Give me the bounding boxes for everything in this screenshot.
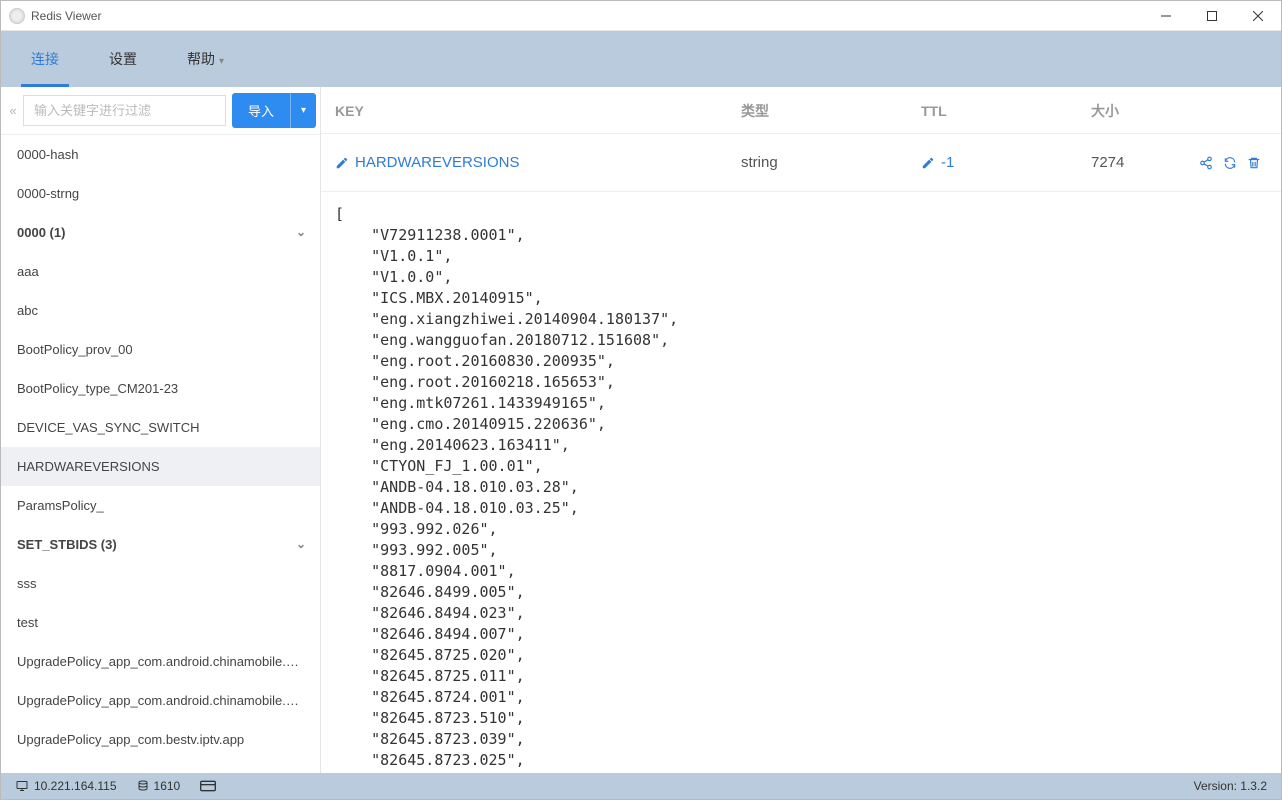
sidebar-key-item[interactable]: sss <box>1 564 320 603</box>
app-icon <box>9 8 25 24</box>
status-dbcount-text: 1610 <box>154 779 181 793</box>
detail-size: 7274 <box>1091 154 1191 171</box>
sidebar: « 导入 ▾ 0000-hash 0000-strng 0000 (1) ⌄ aaa ab… <box>1 87 321 773</box>
sidebar-item-label: DEVICE_VAS_SYNC_SWITCH <box>17 420 200 435</box>
status-host: 10.221.164.115 <box>15 779 117 793</box>
share-icon[interactable] <box>1199 156 1213 170</box>
detail-ttl: -1 <box>941 154 954 171</box>
status-dbcount: 1610 <box>137 779 181 793</box>
chevron-down-icon: ▾ <box>219 56 224 67</box>
refresh-icon[interactable] <box>1223 156 1237 170</box>
sidebar-key-item[interactable]: 0000-hash <box>1 135 320 174</box>
sidebar-item-label: SET_STBIDS (3) <box>17 537 117 552</box>
menubar: 连接设置帮助▾ <box>1 31 1281 87</box>
minimize-button[interactable] <box>1143 1 1189 31</box>
sidebar-key-item[interactable]: DEVICE_VAS_SYNC_SWITCH <box>1 408 320 447</box>
collapse-sidebar-button[interactable]: « <box>3 103 23 118</box>
status-card[interactable] <box>200 780 216 792</box>
menu-item-2[interactable]: 帮助▾ <box>177 31 234 87</box>
sidebar-key-item[interactable]: UpgradePolicy_app_com.android.chinamobil… <box>1 642 320 681</box>
sidebar-key-item[interactable]: ParamsPolicy_ <box>1 486 320 525</box>
close-button[interactable] <box>1235 1 1281 31</box>
sidebar-key-item[interactable]: UpgradePolicy_app_com.android.chinamobil… <box>1 681 320 720</box>
monitor-icon <box>15 780 29 792</box>
statusbar: 10.221.164.115 1610 Version: 1.3.2 <box>1 773 1281 799</box>
menu-item-0[interactable]: 连接 <box>21 31 69 87</box>
import-button-group: 导入 ▾ <box>232 93 316 128</box>
delete-icon[interactable] <box>1247 156 1261 170</box>
sidebar-item-label: aaa <box>17 264 39 279</box>
sidebar-item-label: BootPolicy_prov_00 <box>17 342 133 357</box>
sidebar-item-label: test <box>17 615 38 630</box>
sidebar-item-label: 0000 (1) <box>17 225 65 240</box>
sidebar-key-item[interactable]: test <box>1 603 320 642</box>
main-panel: KEY 类型 TTL 大小 HARDWAREVERSIONS string <box>321 87 1281 773</box>
window-title: Redis Viewer <box>31 9 1143 23</box>
sidebar-item-label: UpgradePolicy_app_com.android.chinamobil… <box>17 654 310 669</box>
sidebar-item-label: UpgradePolicy_app_com.android.chinamobil… <box>17 693 310 708</box>
sidebar-group-item[interactable]: SET_STBIDS (3) ⌄ <box>1 525 320 564</box>
titlebar: Redis Viewer <box>1 1 1281 31</box>
maximize-button[interactable] <box>1189 1 1235 31</box>
card-icon <box>200 780 216 792</box>
chevron-down-icon: ⌄ <box>296 225 306 239</box>
sidebar-item-label: 0000-hash <box>17 147 78 162</box>
sidebar-item-label: ParamsPolicy_ <box>17 498 104 513</box>
header-size: 大小 <box>1091 101 1191 121</box>
sidebar-item-label: sss <box>17 576 37 591</box>
sidebar-key-item[interactable]: BootPolicy_prov_00 <box>1 330 320 369</box>
detail-header-row: KEY 类型 TTL 大小 <box>321 87 1281 134</box>
value-panel[interactable]: [ "V72911238.0001", "V1.0.1", "V1.0.0", … <box>321 192 1281 773</box>
sidebar-key-item[interactable]: HARDWAREVERSIONS <box>1 447 320 486</box>
key-list: 0000-hash 0000-strng 0000 (1) ⌄ aaa abc BootPo… <box>1 135 320 773</box>
sidebar-key-item[interactable]: abc <box>1 291 320 330</box>
sidebar-key-item[interactable]: BootPolicy_type_CM201-23 <box>1 369 320 408</box>
import-button[interactable]: 导入 <box>232 93 290 128</box>
sidebar-item-label: abc <box>17 303 38 318</box>
database-icon <box>137 779 149 793</box>
menu-item-1[interactable]: 设置 <box>99 31 147 87</box>
edit-key-icon[interactable] <box>335 156 349 170</box>
sidebar-item-label: BootPolicy_type_CM201-23 <box>17 381 178 396</box>
header-key: KEY <box>335 103 741 119</box>
sidebar-item-label: UpgradePolicy_app_com.bestv.iptv.app <box>17 732 244 747</box>
detail-type: string <box>741 154 921 171</box>
sidebar-item-label: HARDWAREVERSIONS <box>17 459 160 474</box>
status-version: Version: 1.3.2 <box>1194 779 1267 793</box>
import-dropdown-button[interactable]: ▾ <box>290 93 316 128</box>
sidebar-item-label: 0000-strng <box>17 186 79 201</box>
header-type: 类型 <box>741 101 921 121</box>
detail-data-row: HARDWAREVERSIONS string -1 7274 <box>321 134 1281 192</box>
edit-ttl-icon[interactable] <box>921 156 935 170</box>
search-input[interactable] <box>23 95 226 126</box>
header-ttl: TTL <box>921 103 1091 119</box>
sidebar-key-item[interactable]: 0000-strng <box>1 174 320 213</box>
status-host-text: 10.221.164.115 <box>34 779 117 793</box>
chevron-down-icon: ⌄ <box>296 537 306 551</box>
detail-key-name: HARDWAREVERSIONS <box>355 154 519 171</box>
sidebar-group-item[interactable]: 0000 (1) ⌄ <box>1 213 320 252</box>
sidebar-key-item[interactable]: UpgradePolicy_app_com.bestv.iptv.app <box>1 720 320 759</box>
sidebar-key-item[interactable]: aaa <box>1 252 320 291</box>
